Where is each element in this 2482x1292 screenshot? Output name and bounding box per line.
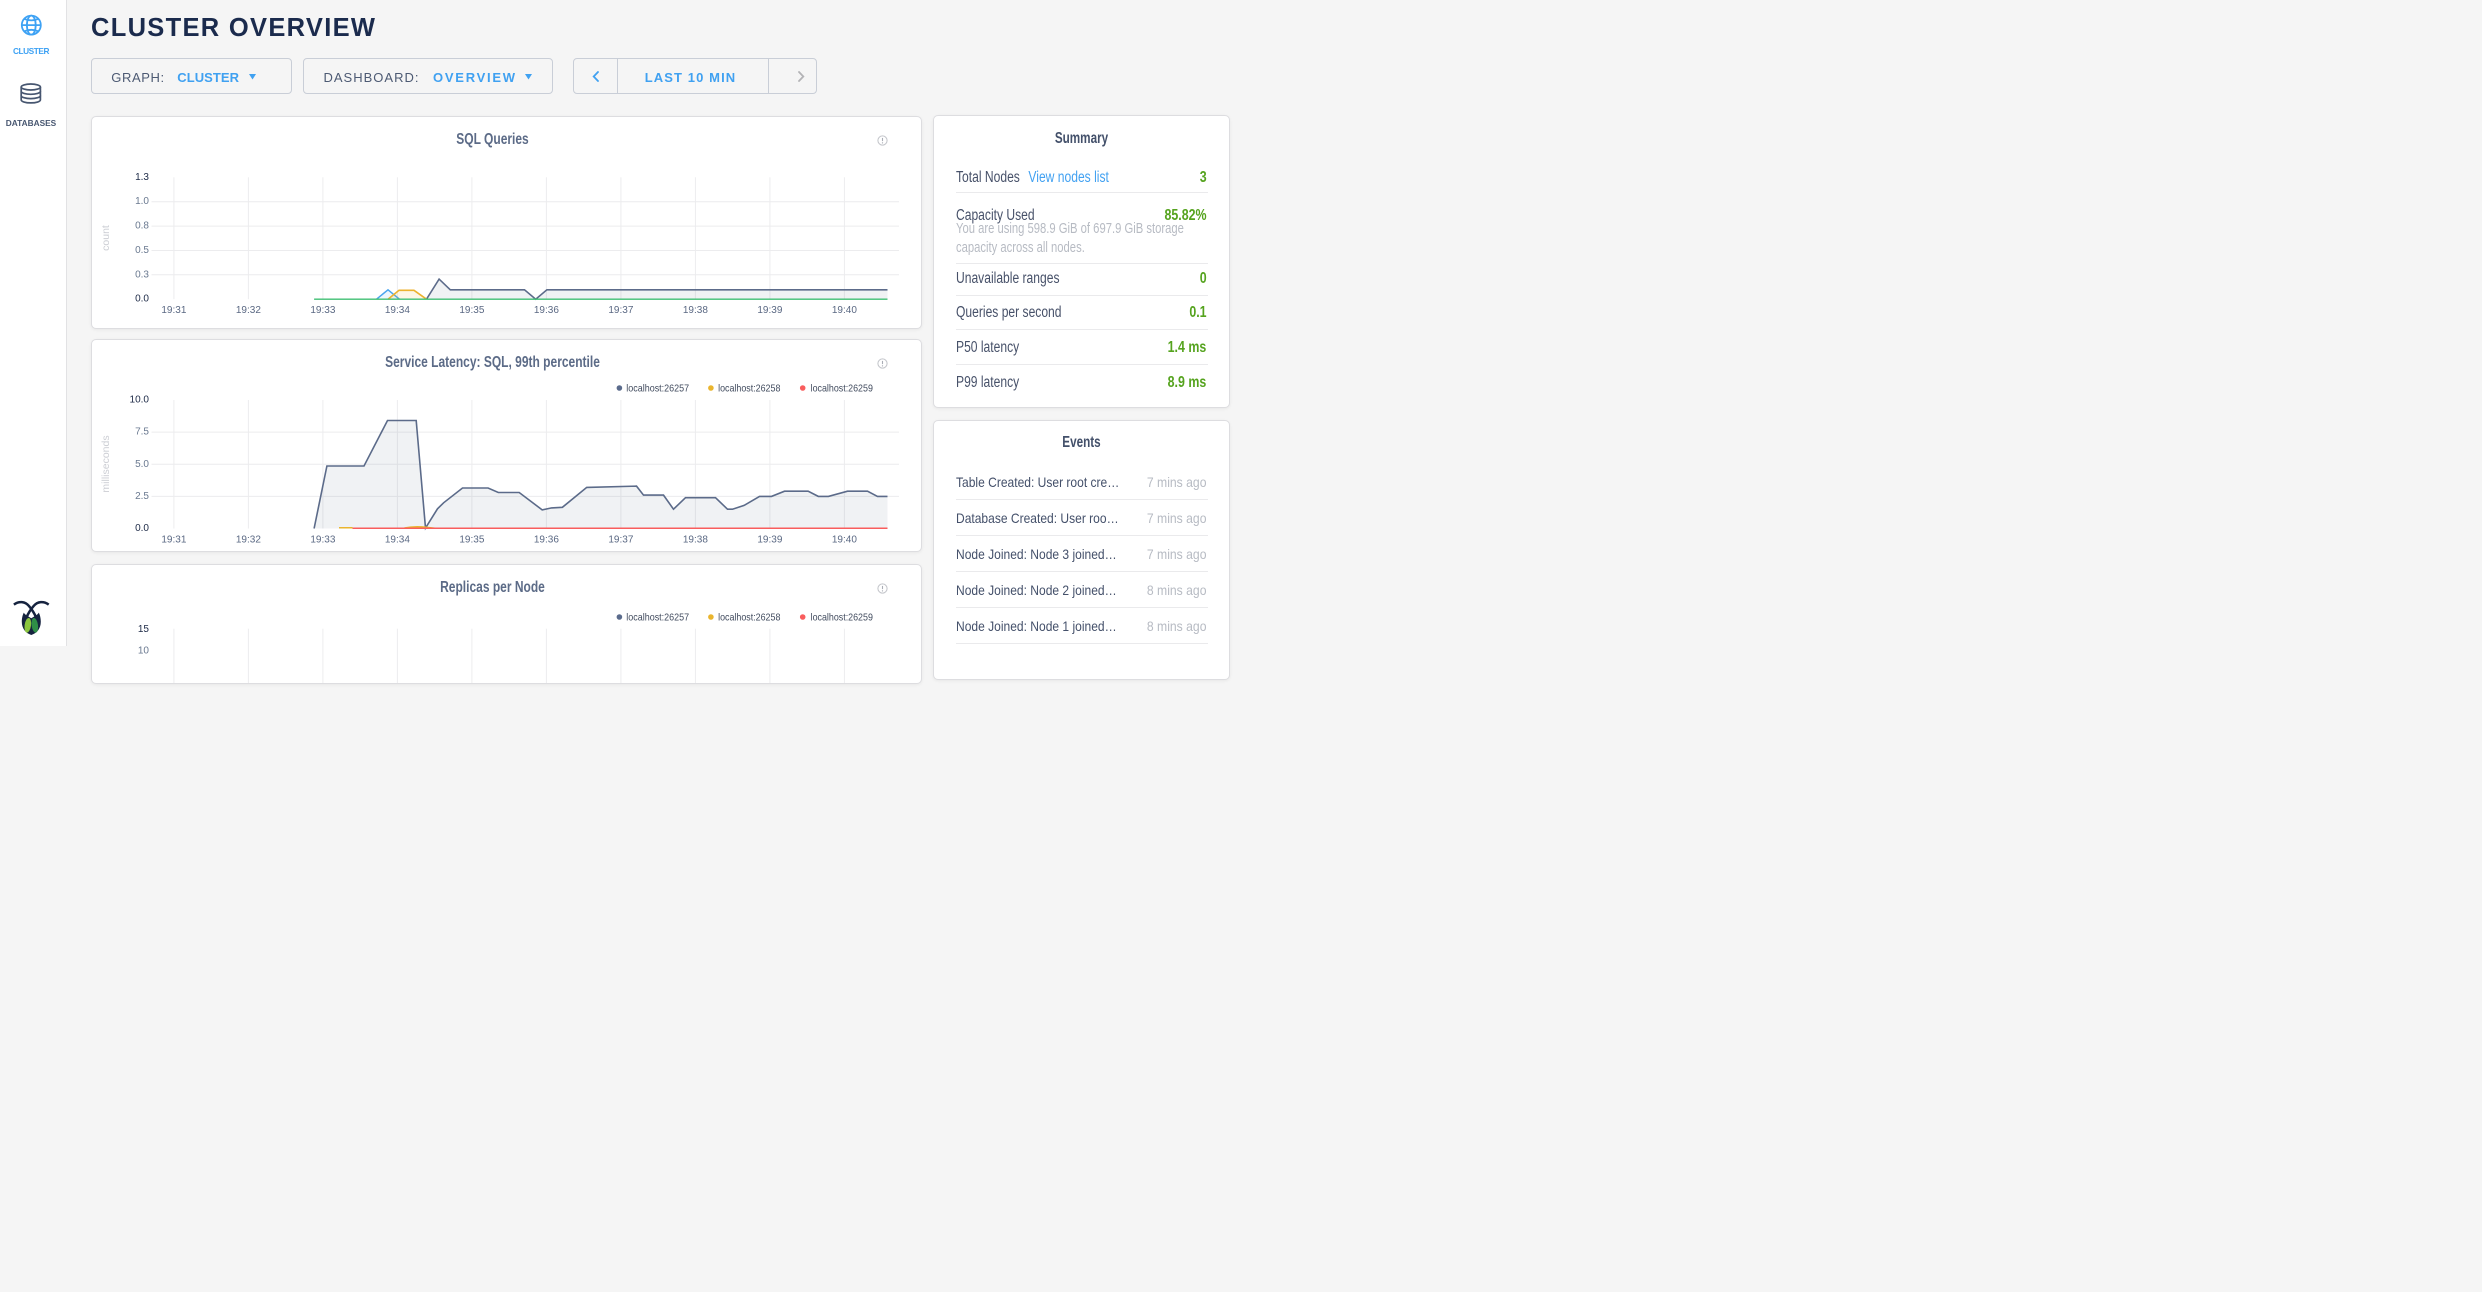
svg-text:localhost:26258: localhost:26258 xyxy=(718,383,781,394)
svg-text:localhost:26257: localhost:26257 xyxy=(626,383,689,394)
svg-text:19:35: 19:35 xyxy=(459,305,484,316)
svg-text:0.0: 0.0 xyxy=(135,293,149,304)
svg-text:localhost:26259: localhost:26259 xyxy=(810,612,873,623)
svg-text:19:40: 19:40 xyxy=(831,534,856,545)
svg-text:19:36: 19:36 xyxy=(533,534,558,545)
svg-text:10: 10 xyxy=(137,645,149,656)
svg-text:localhost:26258: localhost:26258 xyxy=(718,612,781,623)
svg-text:19:36: 19:36 xyxy=(533,305,558,316)
svg-text:19:33: 19:33 xyxy=(310,534,335,545)
svg-text:localhost:26257: localhost:26257 xyxy=(626,612,689,623)
svg-text:19:37: 19:37 xyxy=(608,305,633,316)
svg-text:19:39: 19:39 xyxy=(757,534,782,545)
svg-text:19:34: 19:34 xyxy=(384,305,409,316)
svg-text:0.5: 0.5 xyxy=(135,245,149,256)
svg-text:19:38: 19:38 xyxy=(682,305,707,316)
svg-text:5.0: 5.0 xyxy=(135,458,149,469)
svg-text:15: 15 xyxy=(137,624,149,635)
svg-text:0.3: 0.3 xyxy=(135,269,149,280)
svg-text:19:38: 19:38 xyxy=(682,534,707,545)
svg-text:19:34: 19:34 xyxy=(384,534,409,545)
svg-text:1.0: 1.0 xyxy=(135,196,149,207)
svg-text:19:37: 19:37 xyxy=(608,534,633,545)
svg-text:7.5: 7.5 xyxy=(135,426,149,437)
svg-text:milliseconds: milliseconds xyxy=(100,435,112,492)
svg-text:localhost:26259: localhost:26259 xyxy=(810,383,873,394)
svg-text:2.5: 2.5 xyxy=(135,490,149,501)
svg-text:19:31: 19:31 xyxy=(161,305,186,316)
svg-text:10.0: 10.0 xyxy=(129,394,149,405)
svg-text:19:39: 19:39 xyxy=(757,305,782,316)
svg-text:count: count xyxy=(100,225,112,251)
svg-text:19:31: 19:31 xyxy=(161,534,186,545)
svg-text:1.3: 1.3 xyxy=(135,171,149,182)
svg-text:19:32: 19:32 xyxy=(235,534,260,545)
svg-text:19:35: 19:35 xyxy=(459,534,484,545)
svg-text:19:40: 19:40 xyxy=(831,305,856,316)
svg-text:19:33: 19:33 xyxy=(310,305,335,316)
svg-text:0.0: 0.0 xyxy=(135,523,149,534)
svg-text:0.8: 0.8 xyxy=(135,220,149,231)
svg-text:19:32: 19:32 xyxy=(235,305,260,316)
